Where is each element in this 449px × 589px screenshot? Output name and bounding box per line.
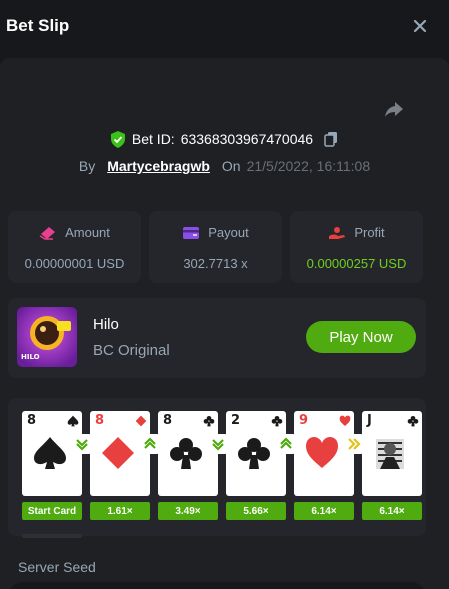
bet-id-label: Bet ID: xyxy=(131,131,175,147)
amount-card: Amount 0.00000001 USD xyxy=(8,211,141,283)
close-icon[interactable] xyxy=(410,16,430,36)
thumb-text: HILO xyxy=(21,353,40,361)
club-suit-icon xyxy=(170,438,202,469)
by-label: By xyxy=(78,158,96,174)
spade-suit-icon xyxy=(34,437,66,469)
payout-label: Payout xyxy=(208,225,249,240)
multiplier-label: 5.66× xyxy=(226,502,286,520)
spade-suit-icon xyxy=(67,415,79,427)
share-icon[interactable] xyxy=(383,98,405,120)
heart-suit-icon xyxy=(306,437,338,468)
playing-card: J xyxy=(362,411,422,496)
club-suit-icon xyxy=(271,416,283,427)
bet-id-row: Bet ID: 63368303967470046 xyxy=(0,129,449,149)
on-label: On xyxy=(221,158,241,174)
profit-value: 0.00000257 USD xyxy=(306,256,407,271)
cards-history[interactable]: 8 Start Card 8 1.61× 8 3.49× 2 5.66× 9 6.14× J 6.14… xyxy=(8,398,426,536)
skip-arrow-icon xyxy=(344,434,364,454)
user-link[interactable]: Martycebragwb xyxy=(107,158,210,174)
heart-suit-icon xyxy=(339,415,351,426)
multiplier-label: 6.14× xyxy=(294,502,354,520)
club-suit-icon xyxy=(203,416,215,427)
card-rank: 2 xyxy=(231,413,241,428)
card-rank: 8 xyxy=(163,413,173,428)
card-rank: J xyxy=(367,413,372,428)
multiplier-label: Start Card xyxy=(22,502,82,520)
scroll-tab[interactable] xyxy=(22,534,82,538)
profit-label: Profit xyxy=(354,225,385,240)
jack-face-icon xyxy=(376,439,404,469)
club-suit-icon xyxy=(407,416,419,427)
play-now-button[interactable]: Play Now xyxy=(306,321,416,353)
server-seed-field[interactable] xyxy=(8,582,426,589)
multiplier-label: 1.61× xyxy=(90,502,150,520)
card-rank: 9 xyxy=(299,413,309,428)
game-name: Hilo xyxy=(93,316,119,333)
payout-card: Payout 302.7713 x xyxy=(149,211,282,283)
copy-icon[interactable] xyxy=(323,131,339,147)
amount-icon xyxy=(39,226,56,240)
server-seed-label: Server Seed xyxy=(18,559,96,575)
higher-arrow-icon xyxy=(276,434,296,454)
page-title: Bet Slip xyxy=(6,16,70,35)
lower-arrow-icon xyxy=(208,434,228,454)
diamond-suit-icon xyxy=(135,415,147,427)
bet-date: 21/5/2022, 16:11:08 xyxy=(246,158,371,174)
payout-icon xyxy=(183,226,200,239)
card-rank: 8 xyxy=(95,413,105,428)
profit-card: Profit 0.00000257 USD xyxy=(290,211,423,283)
amount-value: 0.00000001 USD xyxy=(24,256,125,271)
higher-arrow-icon xyxy=(140,434,160,454)
bet-id-value: 63368303967470046 xyxy=(180,131,314,147)
shield-check-icon xyxy=(110,130,125,148)
game-card: HILO Hilo BC Original Play Now xyxy=(8,298,426,378)
payout-value: 302.7713 x xyxy=(183,256,248,271)
club-suit-icon xyxy=(238,438,270,469)
diamond-suit-icon xyxy=(102,437,134,469)
amount-label: Amount xyxy=(65,225,110,240)
card-rank: 8 xyxy=(27,413,37,428)
header: Bet Slip xyxy=(0,0,449,58)
profit-icon xyxy=(329,226,346,239)
lower-arrow-icon xyxy=(72,434,92,454)
hilo-game-thumbnail[interactable]: HILO xyxy=(17,307,77,367)
multiplier-label: 6.14× xyxy=(362,502,422,520)
bettor-row: By Martycebragwb On 21/5/2022, 16:11:08 xyxy=(0,156,449,176)
game-subtitle: BC Original xyxy=(93,342,170,359)
multiplier-label: 3.49× xyxy=(158,502,218,520)
